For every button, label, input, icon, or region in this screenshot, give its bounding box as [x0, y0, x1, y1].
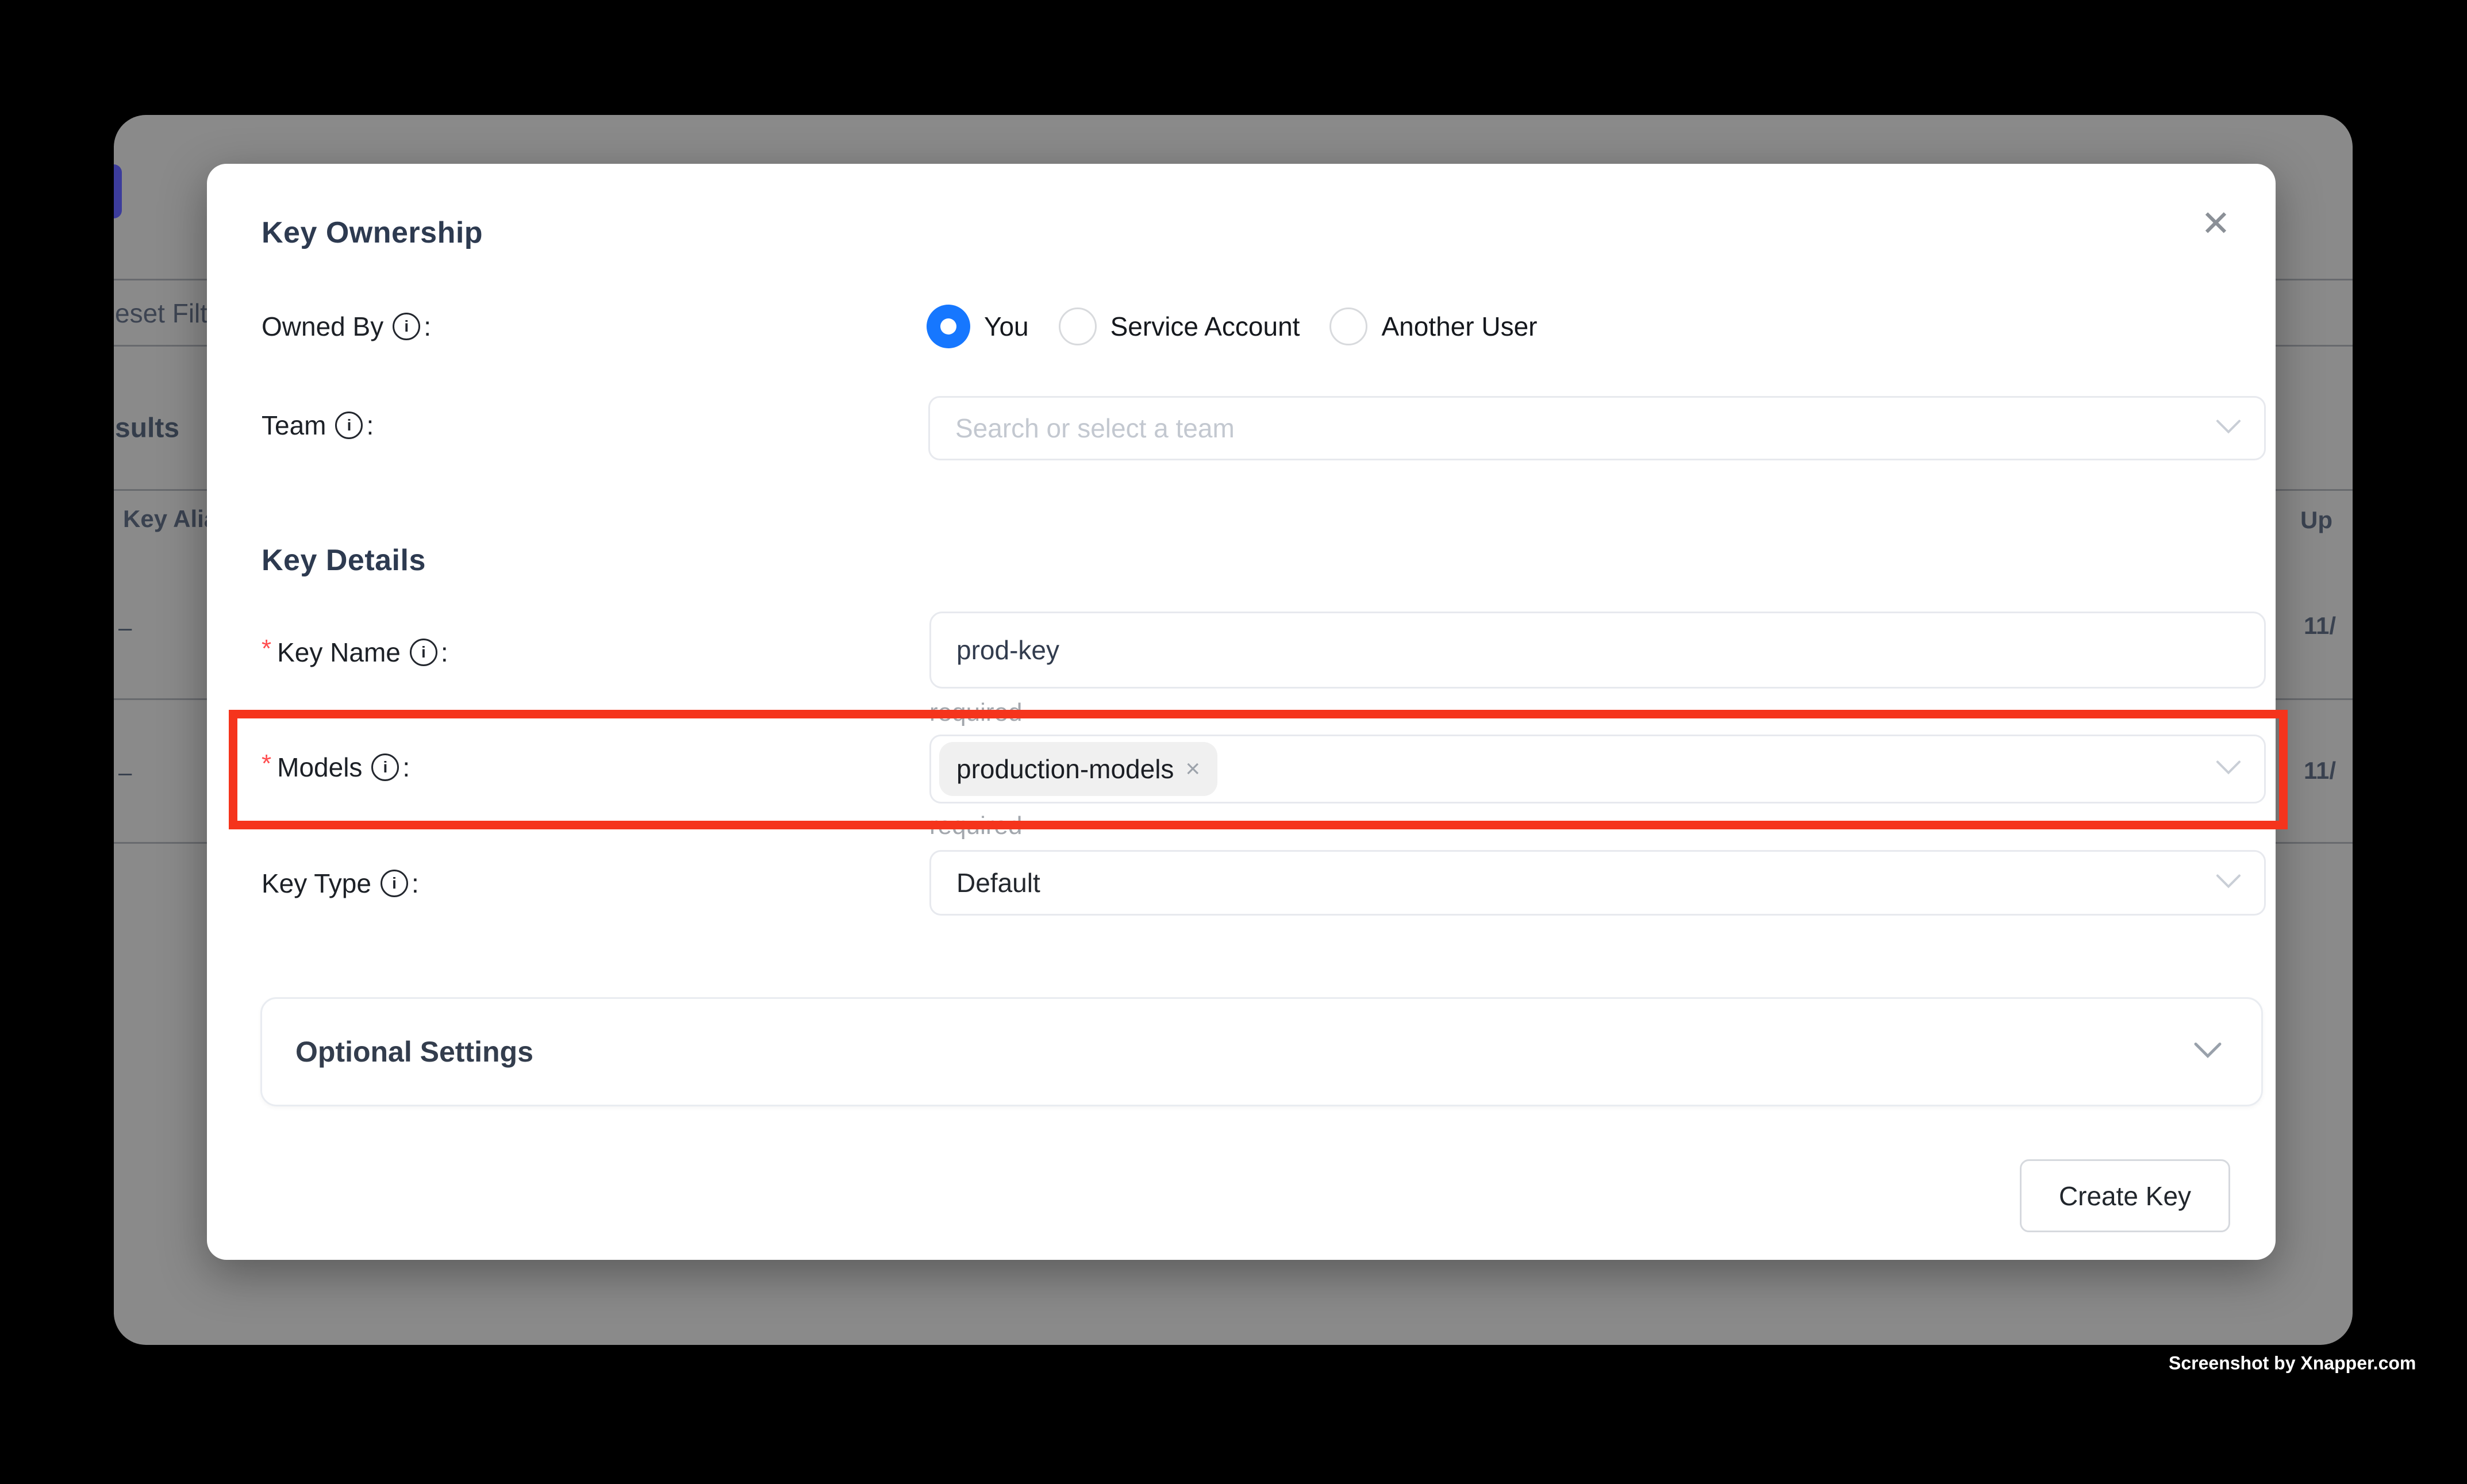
team-select-placeholder: Search or select a team — [955, 413, 1235, 444]
radio-option-you[interactable]: You — [927, 305, 1029, 348]
models-label: * Models i : — [262, 752, 410, 783]
info-icon[interactable]: i — [335, 412, 363, 439]
selected-model-tag-label: production-models — [956, 753, 1174, 785]
models-label-text: Models — [277, 752, 362, 783]
key-name-label: * Key Name i : — [262, 637, 448, 668]
key-name-input[interactable]: prod-key — [929, 612, 2266, 689]
info-icon[interactable]: i — [381, 870, 408, 897]
label-colon: : — [366, 410, 374, 441]
radio-option-service-account[interactable]: Service Account — [1059, 307, 1300, 345]
info-icon[interactable]: i — [393, 313, 420, 340]
team-label: Team i : — [262, 410, 374, 441]
validation-message: required — [929, 698, 1022, 727]
radio-option-another-user[interactable]: Another User — [1329, 307, 1537, 345]
chevron-down-icon — [2216, 874, 2241, 892]
info-icon[interactable]: i — [371, 753, 399, 781]
section-heading-key-ownership: Key Ownership — [262, 216, 483, 250]
key-name-label-text: Key Name — [277, 637, 401, 668]
chevron-down-icon — [2193, 1042, 2222, 1062]
key-type-select[interactable]: Default — [929, 850, 2266, 916]
table-row-cell-updated: 11/ — [2304, 612, 2336, 640]
team-label-text: Team — [262, 410, 326, 441]
optional-settings-toggle[interactable]: Optional Settings — [260, 997, 2263, 1106]
reset-filters-button-partial[interactable]: eset Filt — [115, 298, 207, 329]
create-key-button[interactable]: Create Key — [2020, 1159, 2230, 1232]
selected-model-tag: production-models × — [939, 742, 1217, 796]
chevron-down-icon — [2216, 420, 2241, 437]
radio-label: You — [984, 311, 1029, 342]
owned-by-label-text: Owned By — [262, 311, 383, 342]
radio-label: Service Account — [1110, 311, 1300, 342]
key-type-value: Default — [956, 867, 1040, 898]
required-asterisk: * — [262, 635, 271, 663]
remove-tag-icon[interactable]: × — [1185, 755, 1200, 783]
watermark-text: Screenshot by Xnapper.com — [2169, 1353, 2416, 1374]
create-key-button-partial[interactable] — [114, 164, 122, 218]
table-row-cell-key-alias: – — [118, 614, 132, 641]
key-type-label: Key Type i : — [262, 868, 419, 899]
team-select[interactable]: Search or select a team — [928, 396, 2266, 460]
radio-label: Another User — [1381, 311, 1537, 342]
radio-unselected-icon[interactable] — [1059, 307, 1097, 345]
label-colon: : — [412, 868, 419, 899]
close-icon[interactable]: ✕ — [2184, 197, 2247, 249]
column-header-updated: Up — [2300, 506, 2332, 534]
validation-message: required — [929, 812, 1022, 840]
chevron-down-icon — [2216, 760, 2241, 778]
key-name-value: prod-key — [956, 635, 1059, 666]
label-colon: : — [424, 311, 431, 342]
label-colon: : — [441, 637, 448, 668]
screenshot-canvas: eset Filt sults Key Alia Up – 11/ – 11/ … — [0, 0, 2467, 1484]
models-select[interactable]: production-models × — [929, 735, 2266, 803]
optional-settings-title: Optional Settings — [295, 1035, 533, 1068]
label-colon: : — [402, 752, 410, 783]
key-type-label-text: Key Type — [262, 868, 371, 899]
results-count: sults — [115, 413, 179, 444]
info-icon[interactable]: i — [410, 639, 437, 666]
radio-unselected-icon[interactable] — [1329, 307, 1367, 345]
create-key-modal: ✕ Key Ownership Owned By i : You Service… — [207, 164, 2276, 1260]
required-asterisk: * — [262, 749, 271, 778]
column-header-key-alias: Key Alia — [123, 505, 217, 533]
radio-selected-icon[interactable] — [927, 305, 970, 348]
owned-by-radio-group: You Service Account Another User — [927, 305, 1537, 348]
table-row-cell-updated: 11/ — [2304, 757, 2336, 785]
table-row-cell-key-alias: – — [118, 759, 132, 786]
section-heading-key-details: Key Details — [262, 543, 426, 578]
owned-by-label: Owned By i : — [262, 311, 431, 342]
